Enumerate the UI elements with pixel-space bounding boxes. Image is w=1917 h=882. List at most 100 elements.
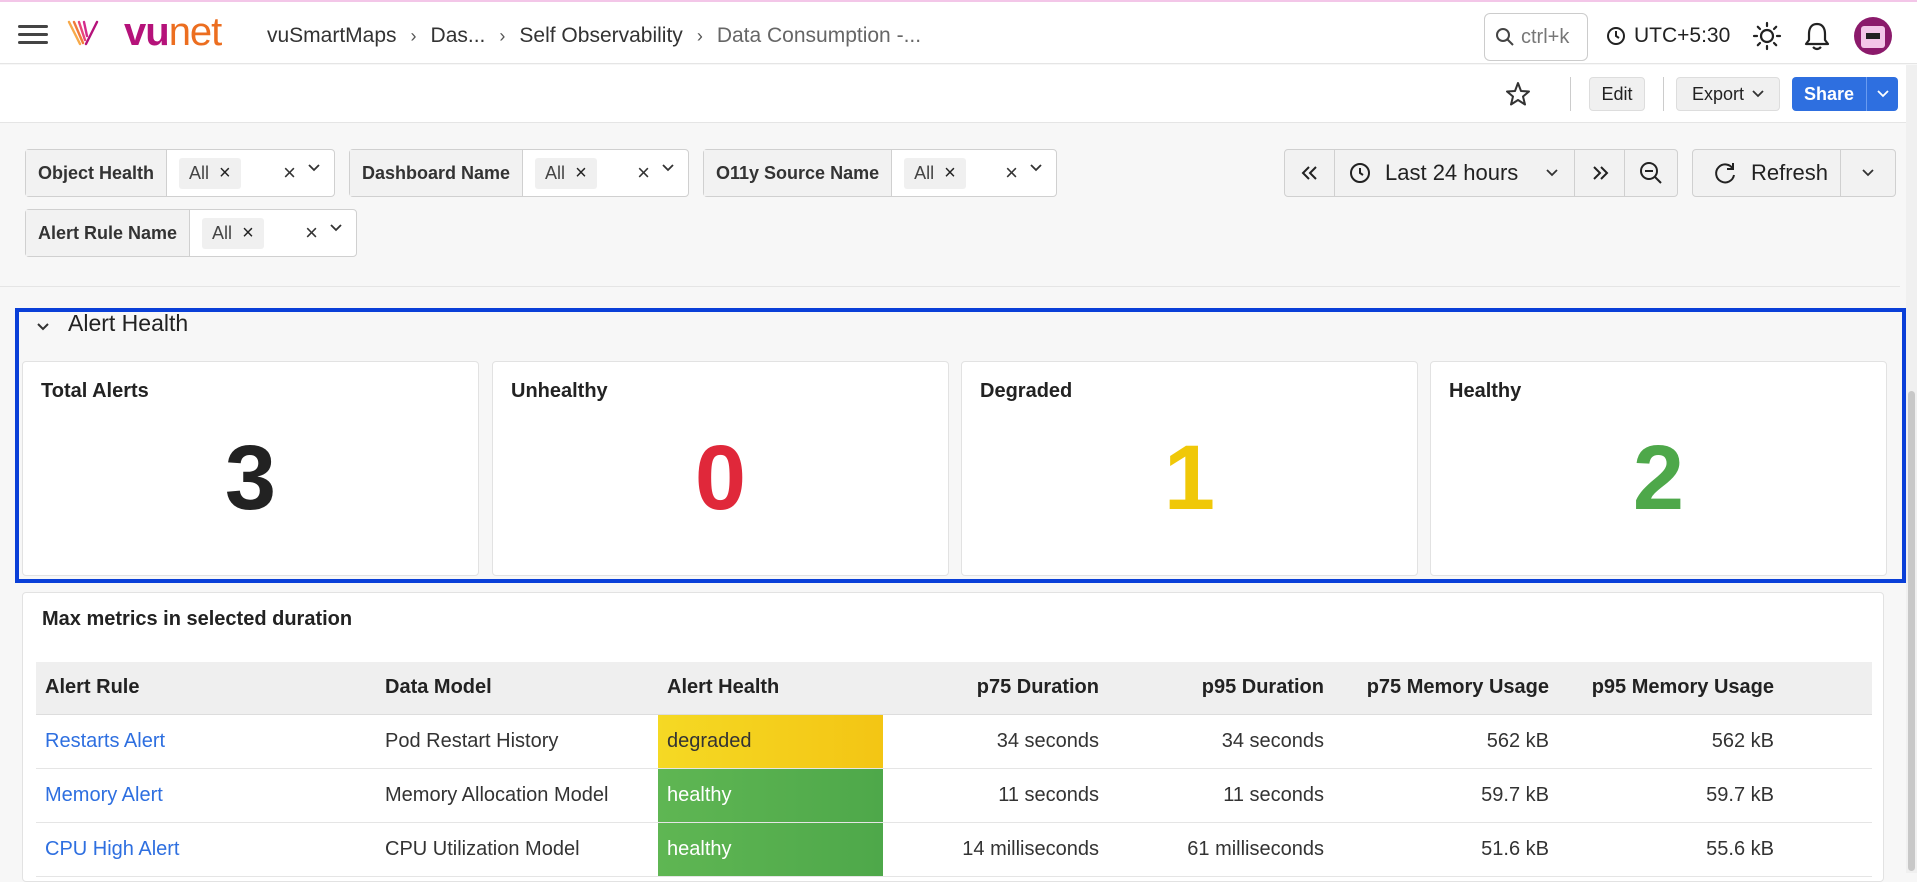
data-model-cell: Memory Allocation Model bbox=[376, 768, 658, 823]
double-chevron-left-icon bbox=[1301, 166, 1317, 180]
clear-icon[interactable]: × bbox=[305, 220, 318, 246]
healthy-card: Healthy 2 bbox=[1430, 361, 1887, 576]
chevron-down-icon[interactable] bbox=[662, 164, 674, 172]
filter-value[interactable]: All × × bbox=[892, 150, 1056, 196]
refresh-control: Refresh bbox=[1692, 149, 1896, 197]
shift-time-forward-button[interactable] bbox=[1575, 150, 1625, 196]
chevron-down-icon[interactable] bbox=[1030, 164, 1042, 172]
export-button[interactable]: Export bbox=[1676, 77, 1780, 111]
alert-rule-link[interactable]: CPU High Alert bbox=[36, 822, 376, 877]
edit-button[interactable]: Edit bbox=[1589, 77, 1645, 111]
timezone-label: UTC+5:30 bbox=[1634, 24, 1731, 47]
table-row: Restarts Alert Pod Restart History degra… bbox=[36, 714, 1872, 769]
clear-icon[interactable]: × bbox=[283, 160, 296, 186]
p95-memory-cell: 55.6 kB bbox=[1558, 822, 1783, 877]
notification-bell-icon[interactable] bbox=[1803, 21, 1831, 51]
user-avatar[interactable] bbox=[1854, 17, 1892, 55]
filter-object-health[interactable]: Object Health All × × bbox=[25, 149, 335, 197]
zoom-out-button[interactable] bbox=[1625, 150, 1677, 196]
refresh-interval-dropdown[interactable] bbox=[1841, 150, 1895, 196]
filter-value[interactable]: All × × bbox=[190, 210, 356, 256]
share-dropdown-toggle[interactable] bbox=[1866, 77, 1898, 111]
p75-duration-cell: 34 seconds bbox=[883, 714, 1108, 769]
column-header-spacer bbox=[1783, 662, 1872, 715]
filter-value[interactable]: All × × bbox=[167, 150, 334, 196]
chevron-down-icon bbox=[1546, 169, 1558, 177]
spacer-cell bbox=[1783, 822, 1872, 877]
top-navigation-bar: vunet vuSmartMaps › Das... › Self Observ… bbox=[0, 0, 1917, 64]
search-icon bbox=[1496, 28, 1514, 46]
scrollbar-thumb[interactable] bbox=[1908, 391, 1915, 871]
column-header[interactable]: p95 Duration bbox=[1108, 662, 1333, 715]
refresh-icon bbox=[1715, 163, 1735, 184]
time-range-label: Last 24 hours bbox=[1385, 160, 1519, 185]
table-header-row: Alert Rule Data Model Alert Health p75 D… bbox=[36, 662, 1872, 715]
column-header[interactable]: p95 Memory Usage bbox=[1558, 662, 1783, 715]
panel-title: Max metrics in selected duration bbox=[42, 608, 353, 630]
p95-memory-cell: 59.7 kB bbox=[1558, 768, 1783, 823]
column-header[interactable]: p75 Memory Usage bbox=[1333, 662, 1558, 715]
export-label: Export bbox=[1691, 83, 1745, 104]
alert-rule-link[interactable]: Memory Alert bbox=[36, 768, 376, 823]
filter-chip: All × bbox=[179, 157, 241, 189]
filter-o11y-source-name[interactable]: O11y Source Name All × × bbox=[703, 149, 1057, 197]
theme-toggle-sun-icon[interactable] bbox=[1752, 21, 1782, 51]
breadcrumb-vusmartmaps[interactable]: vuSmartMaps bbox=[267, 24, 397, 48]
filter-dashboard-name[interactable]: Dashboard Name All × × bbox=[349, 149, 689, 197]
remove-chip-icon[interactable]: × bbox=[219, 162, 231, 185]
breadcrumb-self-observability[interactable]: Self Observability bbox=[519, 24, 682, 48]
column-header[interactable]: Alert Rule bbox=[36, 662, 376, 715]
chevron-down-icon bbox=[1876, 90, 1889, 98]
filter-alert-rule-name[interactable]: Alert Rule Name All × × bbox=[25, 209, 357, 257]
chip-label: All bbox=[212, 222, 233, 243]
chip-label: All bbox=[189, 162, 210, 183]
table-row: CPU High Alert CPU Utilization Model hea… bbox=[36, 822, 1872, 877]
double-chevron-right-icon bbox=[1592, 166, 1608, 180]
card-title: Healthy bbox=[1449, 380, 1522, 402]
time-range-picker[interactable]: Last 24 hours bbox=[1335, 150, 1575, 196]
alert-rule-link[interactable]: Restarts Alert bbox=[36, 714, 376, 769]
toolbar-divider bbox=[1570, 77, 1571, 111]
total-alerts-card: Total Alerts 3 bbox=[22, 361, 479, 576]
chevron-down-icon[interactable] bbox=[330, 224, 342, 232]
share-label: Share bbox=[1803, 83, 1855, 104]
clear-icon[interactable]: × bbox=[637, 160, 650, 186]
section-title: Alert Health bbox=[68, 310, 189, 336]
table-row: Memory Alert Memory Allocation Model hea… bbox=[36, 768, 1872, 823]
alert-health-cell: degraded bbox=[658, 714, 883, 769]
toolbar-divider bbox=[1663, 77, 1664, 111]
refresh-button[interactable]: Refresh bbox=[1693, 150, 1841, 196]
breadcrumb-dashboards[interactable]: Das... bbox=[431, 24, 486, 48]
card-value: 3 bbox=[224, 427, 277, 529]
time-range-controls: Last 24 hours bbox=[1284, 149, 1678, 197]
metrics-table: Alert Rule Data Model Alert Health p75 D… bbox=[36, 662, 1872, 877]
chip-label: All bbox=[914, 162, 935, 183]
filter-value[interactable]: All × × bbox=[523, 150, 688, 196]
filter-chip: All × bbox=[202, 217, 264, 249]
column-header[interactable]: Alert Health bbox=[658, 662, 883, 715]
chevron-right-icon: › bbox=[696, 25, 703, 46]
remove-chip-icon[interactable]: × bbox=[944, 162, 956, 185]
search-input[interactable]: ctrl+k bbox=[1484, 13, 1588, 61]
favorite-star-icon[interactable] bbox=[1505, 81, 1531, 107]
column-header[interactable]: p75 Duration bbox=[883, 662, 1108, 715]
collapse-chevron-icon[interactable] bbox=[36, 322, 50, 332]
shift-time-back-button[interactable] bbox=[1285, 150, 1335, 196]
clear-icon[interactable]: × bbox=[1005, 160, 1018, 186]
vertical-scrollbar[interactable] bbox=[1906, 65, 1917, 873]
share-button[interactable]: Share bbox=[1792, 77, 1898, 111]
p75-memory-cell: 51.6 kB bbox=[1333, 822, 1558, 877]
chevron-right-icon: › bbox=[499, 25, 506, 46]
clock-icon bbox=[1350, 163, 1370, 183]
remove-chip-icon[interactable]: × bbox=[242, 222, 254, 245]
refresh-label: Refresh bbox=[1750, 160, 1829, 185]
dashboard-toolbar: Edit Export Share bbox=[0, 65, 1917, 123]
vunet-logo[interactable]: vunet bbox=[124, 10, 222, 55]
p75-memory-cell: 562 kB bbox=[1333, 714, 1558, 769]
chevron-down-icon[interactable] bbox=[308, 164, 320, 172]
remove-chip-icon[interactable]: × bbox=[575, 162, 587, 185]
column-header[interactable]: Data Model bbox=[376, 662, 658, 715]
timezone-selector[interactable]: UTC+5:30 bbox=[1606, 24, 1730, 48]
clock-icon bbox=[1607, 27, 1625, 45]
menu-icon[interactable] bbox=[18, 25, 48, 45]
